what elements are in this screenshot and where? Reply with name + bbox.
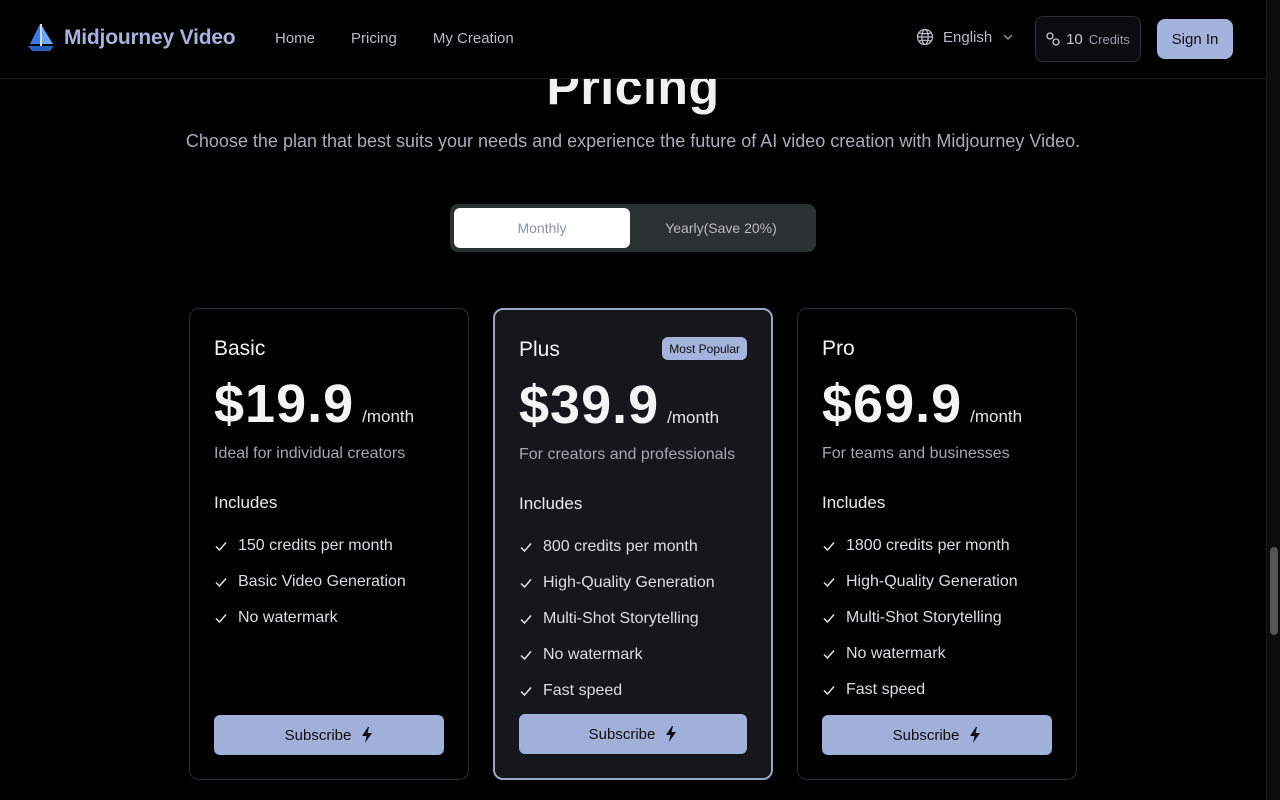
includes-heading: Includes [519,494,583,513]
feature-item: No watermark [214,600,406,636]
check-icon [520,615,532,625]
subscribe-label: Subscribe [284,726,352,744]
check-icon [520,579,532,589]
feature-text: Fast speed [543,682,623,699]
feature-item: No watermark [822,636,1018,672]
feature-text: Fast speed [846,681,926,698]
includes-heading: Includes [214,493,278,512]
feature-item: 1800 credits per month [822,528,1018,564]
check-icon [215,542,227,552]
plan-description: For teams and businesses [822,445,1010,462]
billing-toggle: Monthly Yearly(Save 20%) [450,204,816,252]
check-icon [215,578,227,588]
price-amount: $19.9 [214,374,355,434]
nav-home[interactable]: Home [275,30,315,47]
scrollbar-thumb[interactable] [1270,547,1278,635]
feature-item: Fast speed [519,673,715,709]
price-period: /month [970,407,1023,426]
lightning-bolt-icon [666,726,677,742]
feature-item: 800 credits per month [519,529,715,565]
check-icon [823,686,835,696]
check-icon [823,542,835,552]
price-period: /month [667,408,720,427]
feature-item: Multi-Shot Storytelling [822,600,1018,636]
price-amount: $69.9 [822,374,963,434]
main-nav: Home Pricing My Creation [275,30,550,47]
nav-pricing[interactable]: Pricing [351,30,397,47]
feature-text: No watermark [238,609,338,626]
feature-item: Fast speed [822,672,1018,708]
page-scrollbar[interactable] [1266,0,1280,800]
most-popular-badge: Most Popular [662,337,747,360]
feature-text: No watermark [543,646,643,663]
feature-item: Multi-Shot Storytelling [519,601,715,637]
feature-item: Basic Video Generation [214,564,406,600]
check-icon [520,651,532,661]
price-amount: $39.9 [519,375,660,435]
feature-list: 150 credits per month Basic Video Genera… [214,528,406,636]
subscribe-button-pro[interactable]: Subscribe [822,715,1052,755]
feature-list: 1800 credits per month High-Quality Gene… [822,528,1018,708]
subscribe-label: Subscribe [588,725,656,743]
feature-text: High-Quality Generation [846,573,1018,590]
lightning-bolt-icon [362,727,373,743]
top-header: Midjourney Video Home Pricing My Creatio… [0,0,1266,79]
feature-item: No watermark [519,637,715,673]
feature-text: Basic Video Generation [238,573,406,590]
brand-logo[interactable]: Midjourney Video [26,22,236,54]
globe-icon [916,28,934,46]
lightning-bolt-icon [970,727,981,743]
credits-count: 10 [1066,30,1083,48]
feature-text: Multi-Shot Storytelling [846,609,1002,626]
feature-item: High-Quality Generation [822,564,1018,600]
credits-badge[interactable]: 10 Credits [1035,16,1141,62]
feature-text: High-Quality Generation [543,574,715,591]
feature-item: High-Quality Generation [519,565,715,601]
sign-in-button[interactable]: Sign In [1157,19,1233,59]
includes-heading: Includes [822,493,886,512]
page-subtitle: Choose the plan that best suits your nee… [185,131,1081,151]
yearly-tab[interactable]: Yearly(Save 20%) [630,208,812,248]
plan-description: For creators and professionals [519,446,736,463]
plan-price: $39.9 /month [519,374,719,436]
feature-text: 1800 credits per month [846,537,1010,554]
price-period: /month [362,407,415,426]
check-icon [823,578,835,588]
plan-name: Pro [822,337,855,360]
subscribe-button-basic[interactable]: Subscribe [214,715,444,755]
subscribe-label: Subscribe [892,726,960,744]
link-credits-icon [1046,32,1060,46]
check-icon [823,650,835,660]
feature-text: 800 credits per month [543,538,698,555]
check-icon [520,687,532,697]
feature-list: 800 credits per month High-Quality Gener… [519,529,715,709]
plan-price: $19.9 /month [214,373,414,435]
check-icon [215,614,227,624]
chevron-down-icon [1003,34,1013,40]
check-icon [823,614,835,624]
plan-card-pro: Pro $69.9 /month For teams and businesse… [797,308,1077,780]
feature-text: No watermark [846,645,946,662]
feature-item: 150 credits per month [214,528,406,564]
nav-my-creation[interactable]: My Creation [433,30,514,47]
language-label: English [943,28,993,46]
language-selector[interactable]: English [916,28,1014,46]
brand-name: Midjourney Video [64,26,236,49]
plan-price: $69.9 /month [822,373,1022,435]
credits-label: Credits [1088,31,1130,47]
feature-text: Multi-Shot Storytelling [543,610,699,627]
plan-name: Plus [519,338,560,361]
feature-text: 150 credits per month [238,537,393,554]
sailboat-logo-icon [28,24,54,51]
plan-card-basic: Basic $19.9 /month Ideal for individual … [189,308,469,780]
subscribe-button-plus[interactable]: Subscribe [519,714,747,754]
check-icon [520,543,532,553]
plan-card-plus: Plus Most Popular $39.9 /month For creat… [493,308,773,780]
monthly-tab[interactable]: Monthly [454,208,630,248]
plan-name: Basic [214,337,266,360]
plan-description: Ideal for individual creators [214,445,406,462]
